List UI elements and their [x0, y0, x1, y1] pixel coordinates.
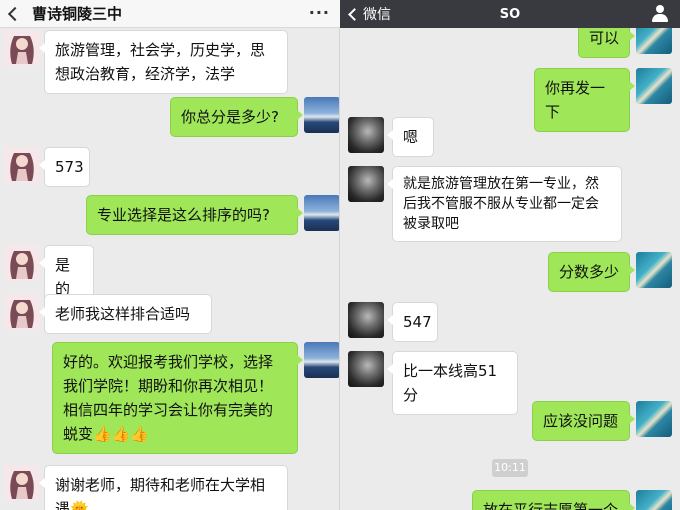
left-chat-pane: 旅游管理，社会学，历史学，思想政治教育，经济学，法学 你总分是多少? 573 专…: [0, 0, 340, 510]
message-bubble-outgoing: 应该没问题: [532, 401, 635, 441]
message-bubble-incoming: 谢谢老师，期待和老师在大学相遇🌞: [39, 465, 288, 510]
contact-avatar[interactable]: [4, 30, 40, 66]
message-bubble-outgoing: 分数多少: [548, 252, 635, 292]
message-bubble-incoming: 老师我这样排合适吗: [39, 294, 212, 334]
my-avatar[interactable]: [636, 401, 672, 437]
message-bubble-outgoing: 好的。欢迎报考我们学校，选择我们学院！期盼和你再次相见！相信四年的学习会让你有完…: [52, 342, 303, 454]
message-bubble-outgoing: 你再发一下: [534, 68, 635, 132]
message-bubble-outgoing: 专业选择是这么排序的吗?: [86, 195, 303, 235]
message-bubble-incoming: 547: [387, 302, 438, 342]
contact-avatar[interactable]: [348, 166, 384, 202]
my-avatar[interactable]: [636, 68, 672, 104]
contact-avatar[interactable]: [348, 302, 384, 338]
left-chat-header: 曹诗铜陵三中 ···: [0, 0, 340, 28]
my-avatar[interactable]: [636, 490, 672, 510]
message-bubble-outgoing: 放在平行志愿第一个: [472, 490, 635, 510]
contact-avatar[interactable]: [4, 147, 40, 183]
message-bubble-incoming: 就是旅游管理放在第一专业，然后我不管服不服从专业都一定会被录取吧: [387, 166, 622, 242]
my-avatar[interactable]: [304, 195, 340, 231]
my-avatar[interactable]: [304, 342, 340, 378]
message-bubble-incoming: 嗯: [387, 117, 434, 157]
contact-avatar[interactable]: [4, 294, 40, 330]
right-chat-header: 微信 SO: [340, 0, 680, 28]
contact-avatar[interactable]: [4, 245, 40, 281]
message-bubble-outgoing: 你总分是多少?: [170, 97, 303, 137]
message-bubble-incoming: 573: [39, 147, 90, 187]
more-icon[interactable]: ···: [309, 5, 330, 21]
message-bubble-incoming: 旅游管理，社会学，历史学，思想政治教育，经济学，法学: [39, 30, 288, 94]
contact-avatar[interactable]: [4, 465, 40, 501]
back-chevron-icon[interactable]: [7, 6, 23, 21]
contact-avatar[interactable]: [348, 117, 384, 153]
chat-title: 曹诗铜陵三中: [32, 5, 123, 23]
person-icon[interactable]: [652, 5, 668, 23]
right-chat-pane: 可以 你再发一下 嗯 就是旅游管理放在第一专业，然后我不管服不服从专业都一定会被…: [340, 0, 680, 510]
my-avatar[interactable]: [304, 97, 340, 133]
back-chevron-icon[interactable]: [348, 7, 361, 21]
contact-avatar[interactable]: [348, 351, 384, 387]
chat-title: SO: [499, 6, 521, 22]
my-avatar[interactable]: [636, 252, 672, 288]
timestamp-badge: 10:11: [492, 459, 528, 477]
back-label[interactable]: 微信: [363, 4, 391, 24]
message-bubble-incoming: 比一本线高51分: [387, 351, 518, 415]
